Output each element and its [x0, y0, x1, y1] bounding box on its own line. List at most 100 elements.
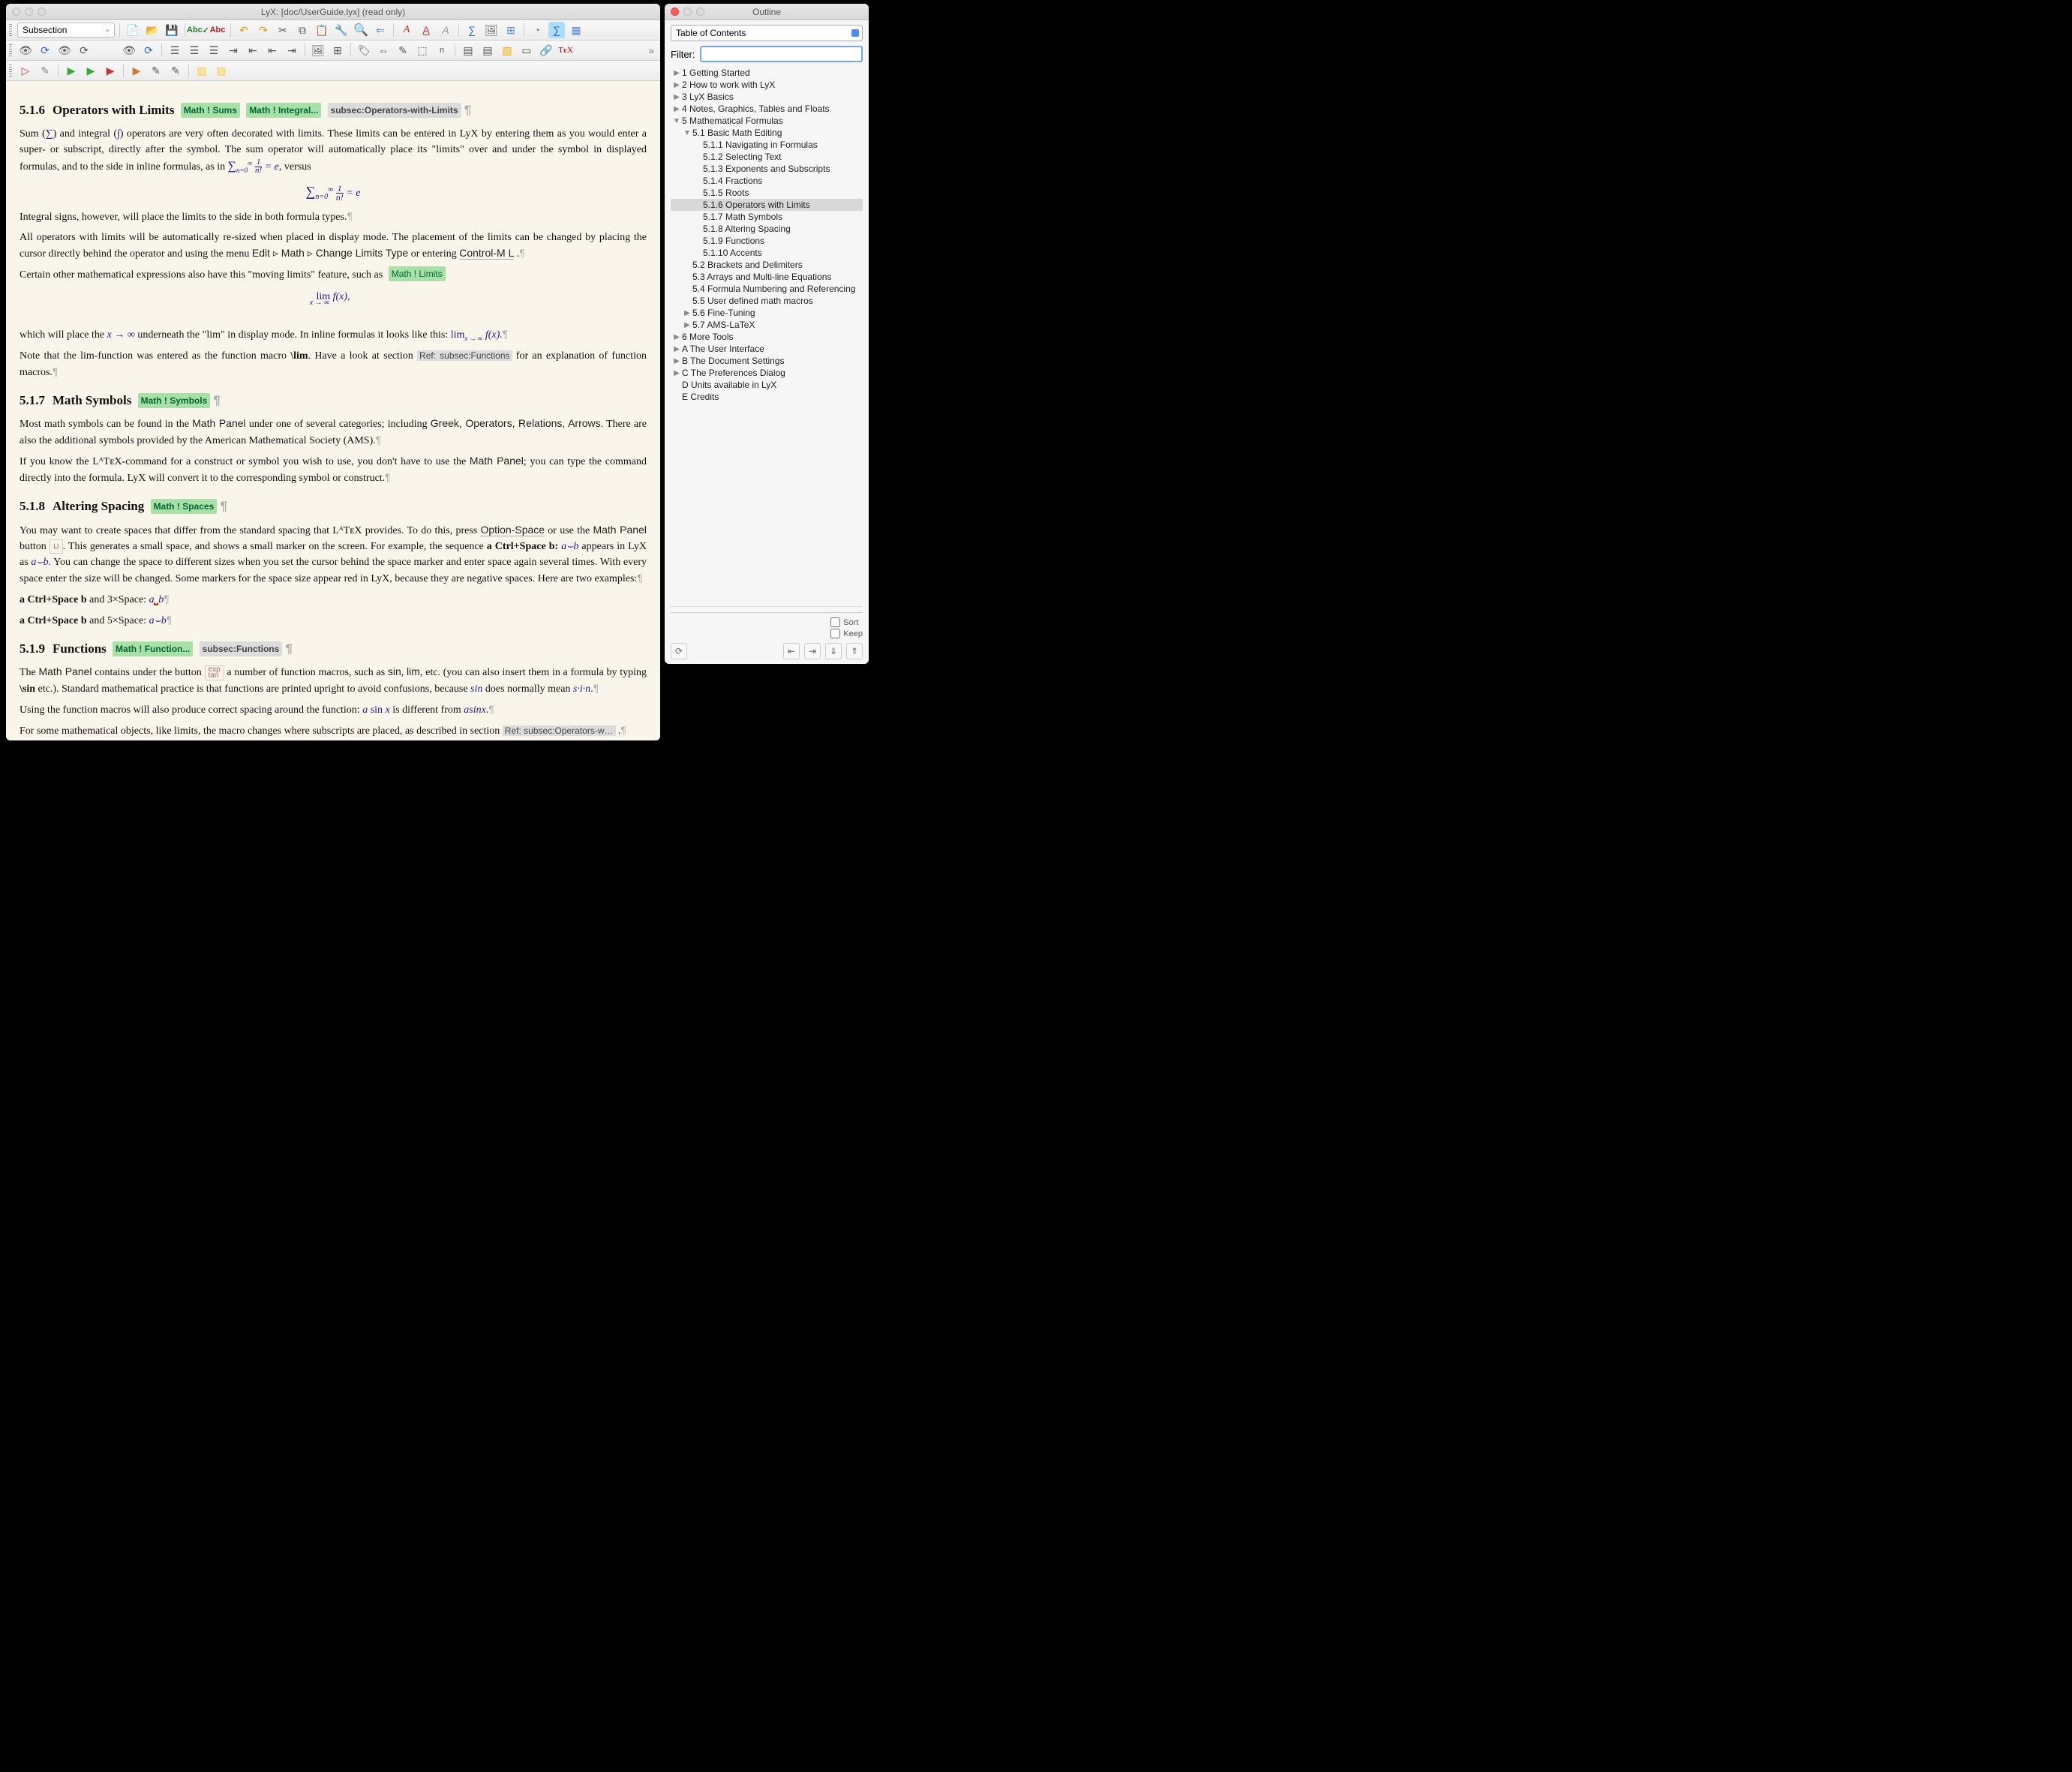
filter-input[interactable] — [700, 46, 863, 62]
toc-item[interactable]: 5.2 Brackets and Delimiters — [671, 259, 863, 271]
toc-item[interactable]: 5.1.9 Functions — [671, 235, 863, 247]
toc-item[interactable]: ▶2 How to work with LyX — [671, 79, 863, 91]
citation-icon[interactable]: ✎ — [395, 42, 411, 59]
formula-display[interactable]: ∑n=0∞ 1n! = e — [20, 182, 647, 203]
url-icon[interactable]: 🔗 — [538, 42, 554, 59]
outline-demote-icon[interactable]: ⇥ — [804, 643, 821, 659]
vc-checkin-icon[interactable]: ✎ — [37, 62, 53, 79]
indent-more-icon[interactable]: ⇥ — [225, 42, 242, 59]
document-area[interactable]: 5.1.6Operators with Limits Math ! Sums M… — [6, 81, 660, 740]
toc-item[interactable]: 5.4 Formula Numbering and Referencing — [671, 283, 863, 295]
toc-item[interactable]: 5.3 Arrays and Multi-line Equations — [671, 271, 863, 283]
outline-promote-icon[interactable]: ⇤ — [783, 643, 800, 659]
nav-back-icon[interactable]: ⇐ — [372, 22, 389, 38]
save-icon[interactable]: 💾 — [164, 22, 180, 38]
disclosure-closed-icon[interactable]: ▶ — [672, 93, 681, 101]
disclosure-closed-icon[interactable]: ▶ — [683, 309, 692, 317]
list-desc-icon[interactable]: ☰ — [206, 42, 222, 59]
func-button-icon[interactable]: exptan — [205, 665, 224, 680]
refresh-other-icon[interactable]: ⟳ — [140, 42, 157, 59]
changes-accept-icon[interactable]: ✎ — [148, 62, 164, 79]
main-titlebar[interactable]: LyX: [doc/UserGuide.lyx] (read only) — [6, 4, 660, 20]
copy-icon[interactable]: ⧉ — [294, 22, 311, 38]
toc-item[interactable]: ▶5.6 Fine-Tuning — [671, 307, 863, 319]
minimize-button[interactable] — [25, 8, 33, 16]
label-icon[interactable]: 🏷 — [356, 42, 372, 59]
noun-icon[interactable]: A — [418, 22, 434, 38]
view-other-icon[interactable]: 👁 — [121, 42, 137, 59]
list-bullet-icon[interactable]: ☰ — [167, 42, 183, 59]
indent-icon[interactable]: ⇥ — [284, 42, 300, 59]
toc-item[interactable]: ▶B The Document Settings — [671, 355, 863, 367]
toc-item[interactable]: ▼5.1 Basic Math Editing — [671, 127, 863, 139]
toc-item[interactable]: ▶5.7 AMS-LaTeX — [671, 319, 863, 331]
zoom-button[interactable] — [38, 8, 46, 16]
close-button[interactable] — [12, 8, 20, 16]
textstyle-icon[interactable]: A — [437, 22, 454, 38]
toc-item[interactable]: 5.1.1 Navigating in Formulas — [671, 139, 863, 151]
toc-type-combo[interactable]: Table of Contents — [671, 25, 863, 41]
disclosure-closed-icon[interactable]: ▶ — [672, 69, 681, 77]
open-icon[interactable]: 📂 — [144, 22, 161, 38]
toc-item[interactable]: ▶1 Getting Started — [671, 67, 863, 79]
disclosure-open-icon[interactable]: ▼ — [672, 117, 681, 125]
changes-output-icon[interactable]: ▶ — [83, 62, 99, 79]
box-icon[interactable]: ▭ — [518, 42, 535, 59]
toc-item[interactable]: E Credits — [671, 391, 863, 403]
toc-item[interactable]: 5.5 User defined math macros — [671, 295, 863, 307]
index-icon[interactable]: ⬚ — [414, 42, 431, 59]
changes-next-icon[interactable]: ▶ — [102, 62, 119, 79]
list-num-icon[interactable]: ☰ — [186, 42, 203, 59]
note-yellow-icon[interactable]: ▨ — [194, 62, 210, 79]
new-doc-icon[interactable]: 📄 — [125, 22, 141, 38]
disclosure-closed-icon[interactable]: ▶ — [683, 321, 692, 329]
outline-movedown-icon[interactable]: ⇓ — [825, 643, 842, 659]
outdent-icon[interactable]: ⇤ — [264, 42, 281, 59]
table-toolbar-icon[interactable]: ▦ — [568, 22, 584, 38]
label-badge[interactable]: subsec:Operators-with-Limits — [328, 103, 461, 118]
keep-checkbox[interactable]: Keep — [830, 629, 863, 638]
vc-register-icon[interactable]: ▷ — [17, 62, 34, 79]
index-badge[interactable]: Math ! Function... — [113, 641, 193, 656]
space-button-icon[interactable]: ⊔ — [50, 539, 63, 554]
close-button[interactable] — [671, 8, 679, 16]
toc-item[interactable]: ▼5 Mathematical Formulas — [671, 115, 863, 127]
sort-checkbox[interactable]: Sort — [830, 617, 863, 627]
label-badge[interactable]: subsec:Functions — [200, 641, 283, 656]
cross-ref[interactable]: Ref: subsec:Functions — [417, 350, 512, 361]
toc-item[interactable]: ▶A The User Interface — [671, 343, 863, 355]
cut-icon[interactable]: ✂ — [275, 22, 291, 38]
disclosure-closed-icon[interactable]: ▶ — [672, 105, 681, 113]
toc-tree[interactable]: ▶1 Getting Started▶2 How to work with Ly… — [671, 67, 863, 603]
note-next-icon[interactable]: ▨ — [213, 62, 230, 79]
insert-graphic-icon[interactable]: 🖼 — [483, 22, 500, 38]
undo-icon[interactable]: ↶ — [236, 22, 252, 38]
toolbar-overflow-icon[interactable]: » — [645, 44, 657, 56]
crossref-icon[interactable]: ⇔ — [375, 42, 392, 59]
tex-icon[interactable]: TᴇX — [557, 42, 574, 59]
toc-item[interactable]: 5.1.7 Math Symbols — [671, 211, 863, 223]
changes-track-icon[interactable]: ▶ — [63, 62, 80, 79]
math-sum-icon[interactable]: ∑ — [464, 22, 480, 38]
indent-less-icon[interactable]: ⇤ — [245, 42, 261, 59]
toc-item[interactable]: ▶C The Preferences Dialog — [671, 367, 863, 379]
changes-merge-icon[interactable]: ▶ — [128, 62, 145, 79]
disclosure-closed-icon[interactable]: ▶ — [672, 369, 681, 377]
outline-refresh-icon[interactable]: ⟳ — [671, 643, 687, 659]
index-badge[interactable]: Math ! Sums — [181, 103, 240, 118]
toc-item[interactable]: 5.1.8 Altering Spacing — [671, 223, 863, 235]
paste-icon[interactable]: 📋 — [314, 22, 330, 38]
marginnote-icon[interactable]: ▤ — [479, 42, 496, 59]
toc-item[interactable]: 5.1.3 Exponents and Subscripts — [671, 163, 863, 175]
formula-display[interactable]: lim f(x), x → ∞ — [20, 289, 647, 320]
zoom-button[interactable] — [696, 8, 704, 16]
find-replace-icon[interactable]: 🔧 — [333, 22, 350, 38]
nomencl-icon[interactable]: n — [434, 42, 450, 59]
disclosure-open-icon[interactable]: ▼ — [683, 129, 692, 137]
outline-moveup-icon[interactable]: ⇑ — [846, 643, 863, 659]
toc-item[interactable]: ▶6 More Tools — [671, 331, 863, 343]
view-icon[interactable]: 👁 — [17, 42, 34, 59]
index-badge[interactable]: Math ! Spaces — [151, 499, 218, 514]
emph-icon[interactable]: A — [398, 22, 415, 38]
update-master-icon[interactable]: ⟳ — [76, 42, 92, 59]
